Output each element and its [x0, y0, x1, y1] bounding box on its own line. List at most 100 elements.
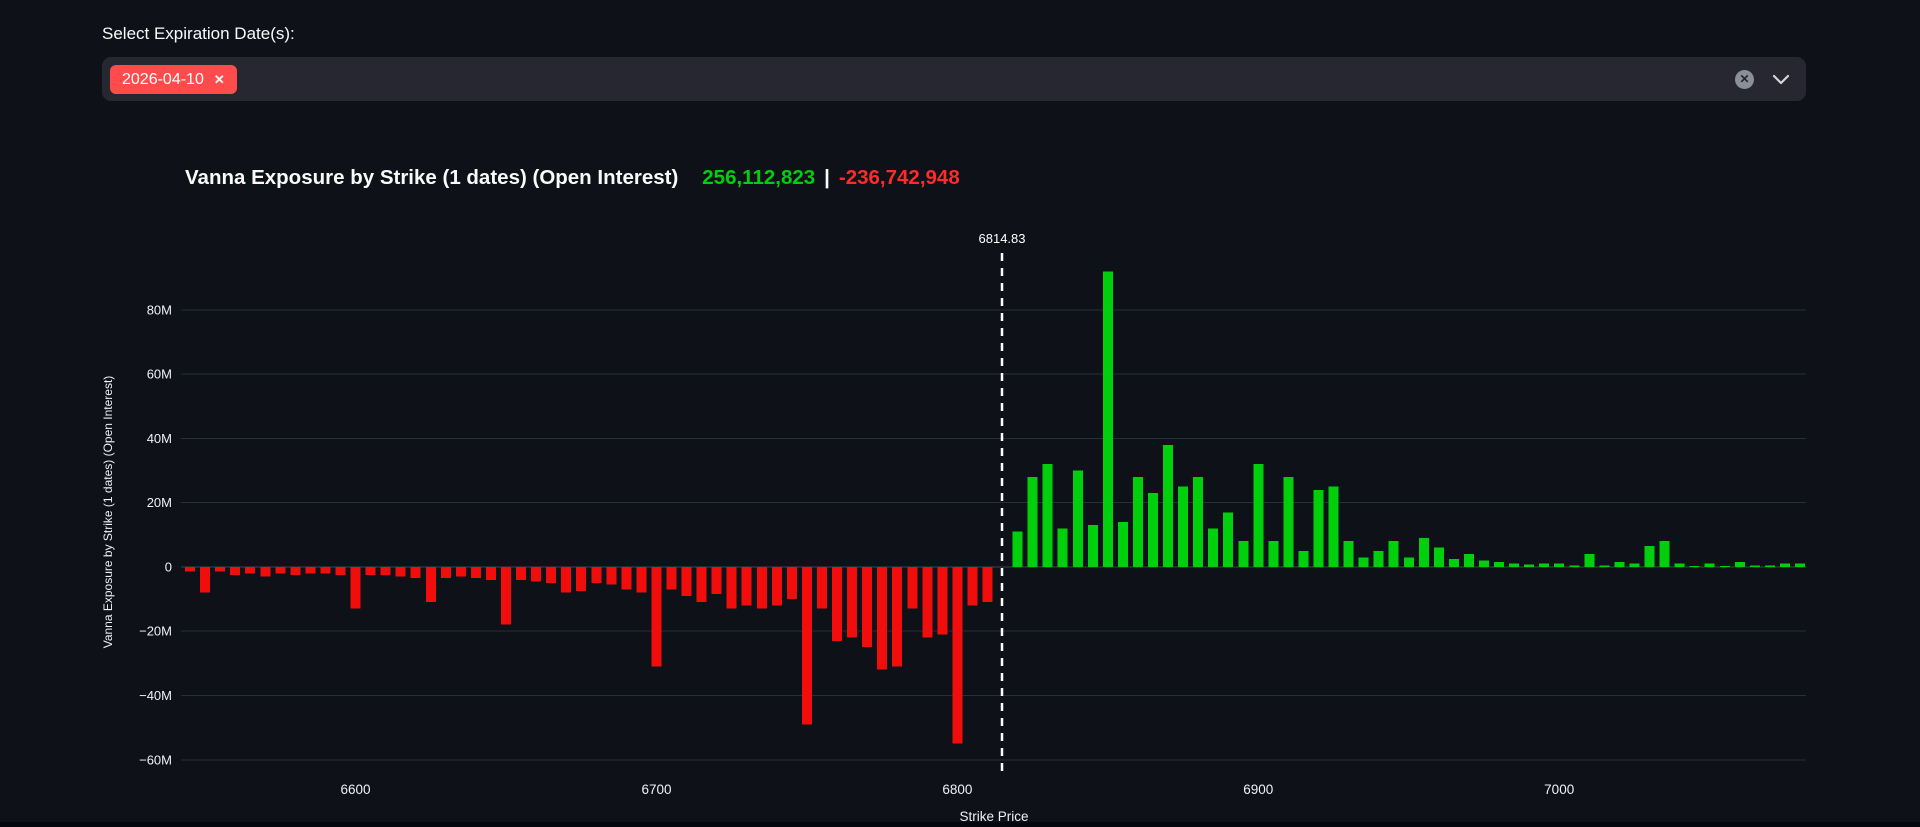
- vanna-bar[interactable]: [1344, 541, 1354, 567]
- vanna-bar[interactable]: [366, 567, 376, 575]
- vanna-bar[interactable]: [862, 567, 872, 647]
- vanna-bar[interactable]: [290, 567, 300, 575]
- vanna-bar[interactable]: [742, 567, 752, 606]
- vanna-bar[interactable]: [1795, 564, 1805, 567]
- vanna-bar[interactable]: [1088, 525, 1098, 567]
- vanna-bar[interactable]: [1208, 528, 1218, 567]
- vanna-bar[interactable]: [185, 567, 195, 572]
- vanna-bar[interactable]: [1223, 512, 1233, 567]
- vanna-chart-canvas[interactable]: 80M60M40M20M0−20M−40M−60M660067006800690…: [0, 0, 1920, 827]
- vanna-bar[interactable]: [1299, 551, 1309, 567]
- vanna-bar[interactable]: [1660, 541, 1670, 567]
- vanna-bar[interactable]: [847, 567, 857, 638]
- vanna-bar[interactable]: [1614, 562, 1624, 567]
- vanna-bar[interactable]: [1720, 566, 1730, 567]
- vanna-bar[interactable]: [336, 567, 346, 575]
- vanna-bar[interactable]: [621, 567, 631, 590]
- vanna-bar[interactable]: [832, 567, 842, 641]
- vanna-bar[interactable]: [591, 567, 601, 583]
- vanna-bar[interactable]: [636, 567, 646, 593]
- vanna-bar[interactable]: [1554, 564, 1564, 567]
- vanna-bar[interactable]: [486, 567, 496, 580]
- vanna-bar[interactable]: [1359, 557, 1369, 567]
- vanna-bar[interactable]: [471, 567, 481, 578]
- vanna-bar[interactable]: [877, 567, 887, 670]
- vanna-bar[interactable]: [952, 567, 962, 744]
- vanna-bar[interactable]: [351, 567, 361, 609]
- vanna-bar[interactable]: [606, 567, 616, 585]
- vanna-bar[interactable]: [426, 567, 436, 602]
- vanna-bar[interactable]: [1043, 464, 1053, 567]
- vanna-bar[interactable]: [1539, 564, 1549, 567]
- vanna-bar[interactable]: [907, 567, 917, 609]
- vanna-bar[interactable]: [1630, 564, 1640, 567]
- vanna-bar[interactable]: [1329, 487, 1339, 567]
- vanna-bar[interactable]: [1178, 487, 1188, 567]
- vanna-bar[interactable]: [787, 567, 797, 599]
- vanna-bar[interactable]: [1434, 548, 1444, 567]
- vanna-bar[interactable]: [1103, 271, 1113, 567]
- vanna-bar[interactable]: [1314, 490, 1324, 567]
- vanna-bar[interactable]: [697, 567, 707, 602]
- vanna-bar[interactable]: [922, 567, 932, 638]
- vanna-bar[interactable]: [1765, 565, 1775, 567]
- vanna-bar[interactable]: [1675, 564, 1685, 567]
- vanna-bar[interactable]: [652, 567, 662, 667]
- vanna-bar[interactable]: [441, 567, 451, 578]
- vanna-bar[interactable]: [320, 567, 330, 573]
- vanna-bar[interactable]: [561, 567, 571, 593]
- vanna-bar[interactable]: [712, 567, 722, 594]
- vanna-bar[interactable]: [757, 567, 767, 609]
- vanna-bar[interactable]: [576, 567, 586, 591]
- vanna-bar[interactable]: [200, 567, 210, 593]
- vanna-bar[interactable]: [1584, 554, 1594, 567]
- vanna-bar[interactable]: [1509, 564, 1519, 567]
- vanna-bar[interactable]: [1780, 564, 1790, 567]
- vanna-bar[interactable]: [1389, 541, 1399, 567]
- vanna-bar[interactable]: [516, 567, 526, 580]
- vanna-bar[interactable]: [215, 567, 225, 572]
- vanna-bar[interactable]: [275, 567, 285, 573]
- vanna-bar[interactable]: [1193, 477, 1203, 567]
- vanna-bar[interactable]: [1374, 551, 1384, 567]
- vanna-bar[interactable]: [411, 567, 421, 578]
- vanna-bar[interactable]: [501, 567, 511, 625]
- vanna-bar[interactable]: [1013, 532, 1023, 567]
- vanna-bar[interactable]: [1705, 564, 1715, 567]
- vanna-bar[interactable]: [1524, 564, 1534, 567]
- vanna-bar[interactable]: [1645, 546, 1655, 567]
- vanna-bar[interactable]: [892, 567, 902, 667]
- vanna-bar[interactable]: [1735, 562, 1745, 567]
- vanna-bar[interactable]: [1148, 493, 1158, 567]
- vanna-bar[interactable]: [983, 567, 993, 602]
- vanna-bar[interactable]: [1569, 565, 1579, 567]
- vanna-bar[interactable]: [1118, 522, 1128, 567]
- vanna-bar[interactable]: [1253, 464, 1263, 567]
- vanna-bar[interactable]: [1073, 471, 1083, 567]
- vanna-bar[interactable]: [456, 567, 466, 577]
- vanna-bar[interactable]: [1494, 562, 1504, 567]
- vanna-bar[interactable]: [1058, 528, 1068, 567]
- vanna-bar[interactable]: [1599, 565, 1609, 567]
- vanna-bar[interactable]: [1268, 541, 1278, 567]
- vanna-bar[interactable]: [1133, 477, 1143, 567]
- vanna-bar[interactable]: [682, 567, 692, 596]
- vanna-bar[interactable]: [1479, 561, 1489, 567]
- vanna-bar[interactable]: [817, 567, 827, 609]
- vanna-bar[interactable]: [305, 567, 315, 573]
- vanna-bar[interactable]: [230, 567, 240, 575]
- vanna-bar[interactable]: [260, 567, 270, 577]
- vanna-bar[interactable]: [772, 567, 782, 606]
- vanna-bar[interactable]: [937, 567, 947, 635]
- vanna-bar[interactable]: [1750, 565, 1760, 567]
- vanna-bar[interactable]: [546, 567, 556, 583]
- vanna-bar[interactable]: [967, 567, 977, 606]
- vanna-bar[interactable]: [667, 567, 677, 590]
- vanna-bar[interactable]: [396, 567, 406, 577]
- vanna-bar[interactable]: [1404, 557, 1414, 567]
- vanna-bar[interactable]: [802, 567, 812, 725]
- vanna-bar[interactable]: [245, 567, 255, 573]
- vanna-bar[interactable]: [381, 567, 391, 575]
- vanna-bar[interactable]: [1028, 477, 1038, 567]
- vanna-bar[interactable]: [1163, 445, 1173, 567]
